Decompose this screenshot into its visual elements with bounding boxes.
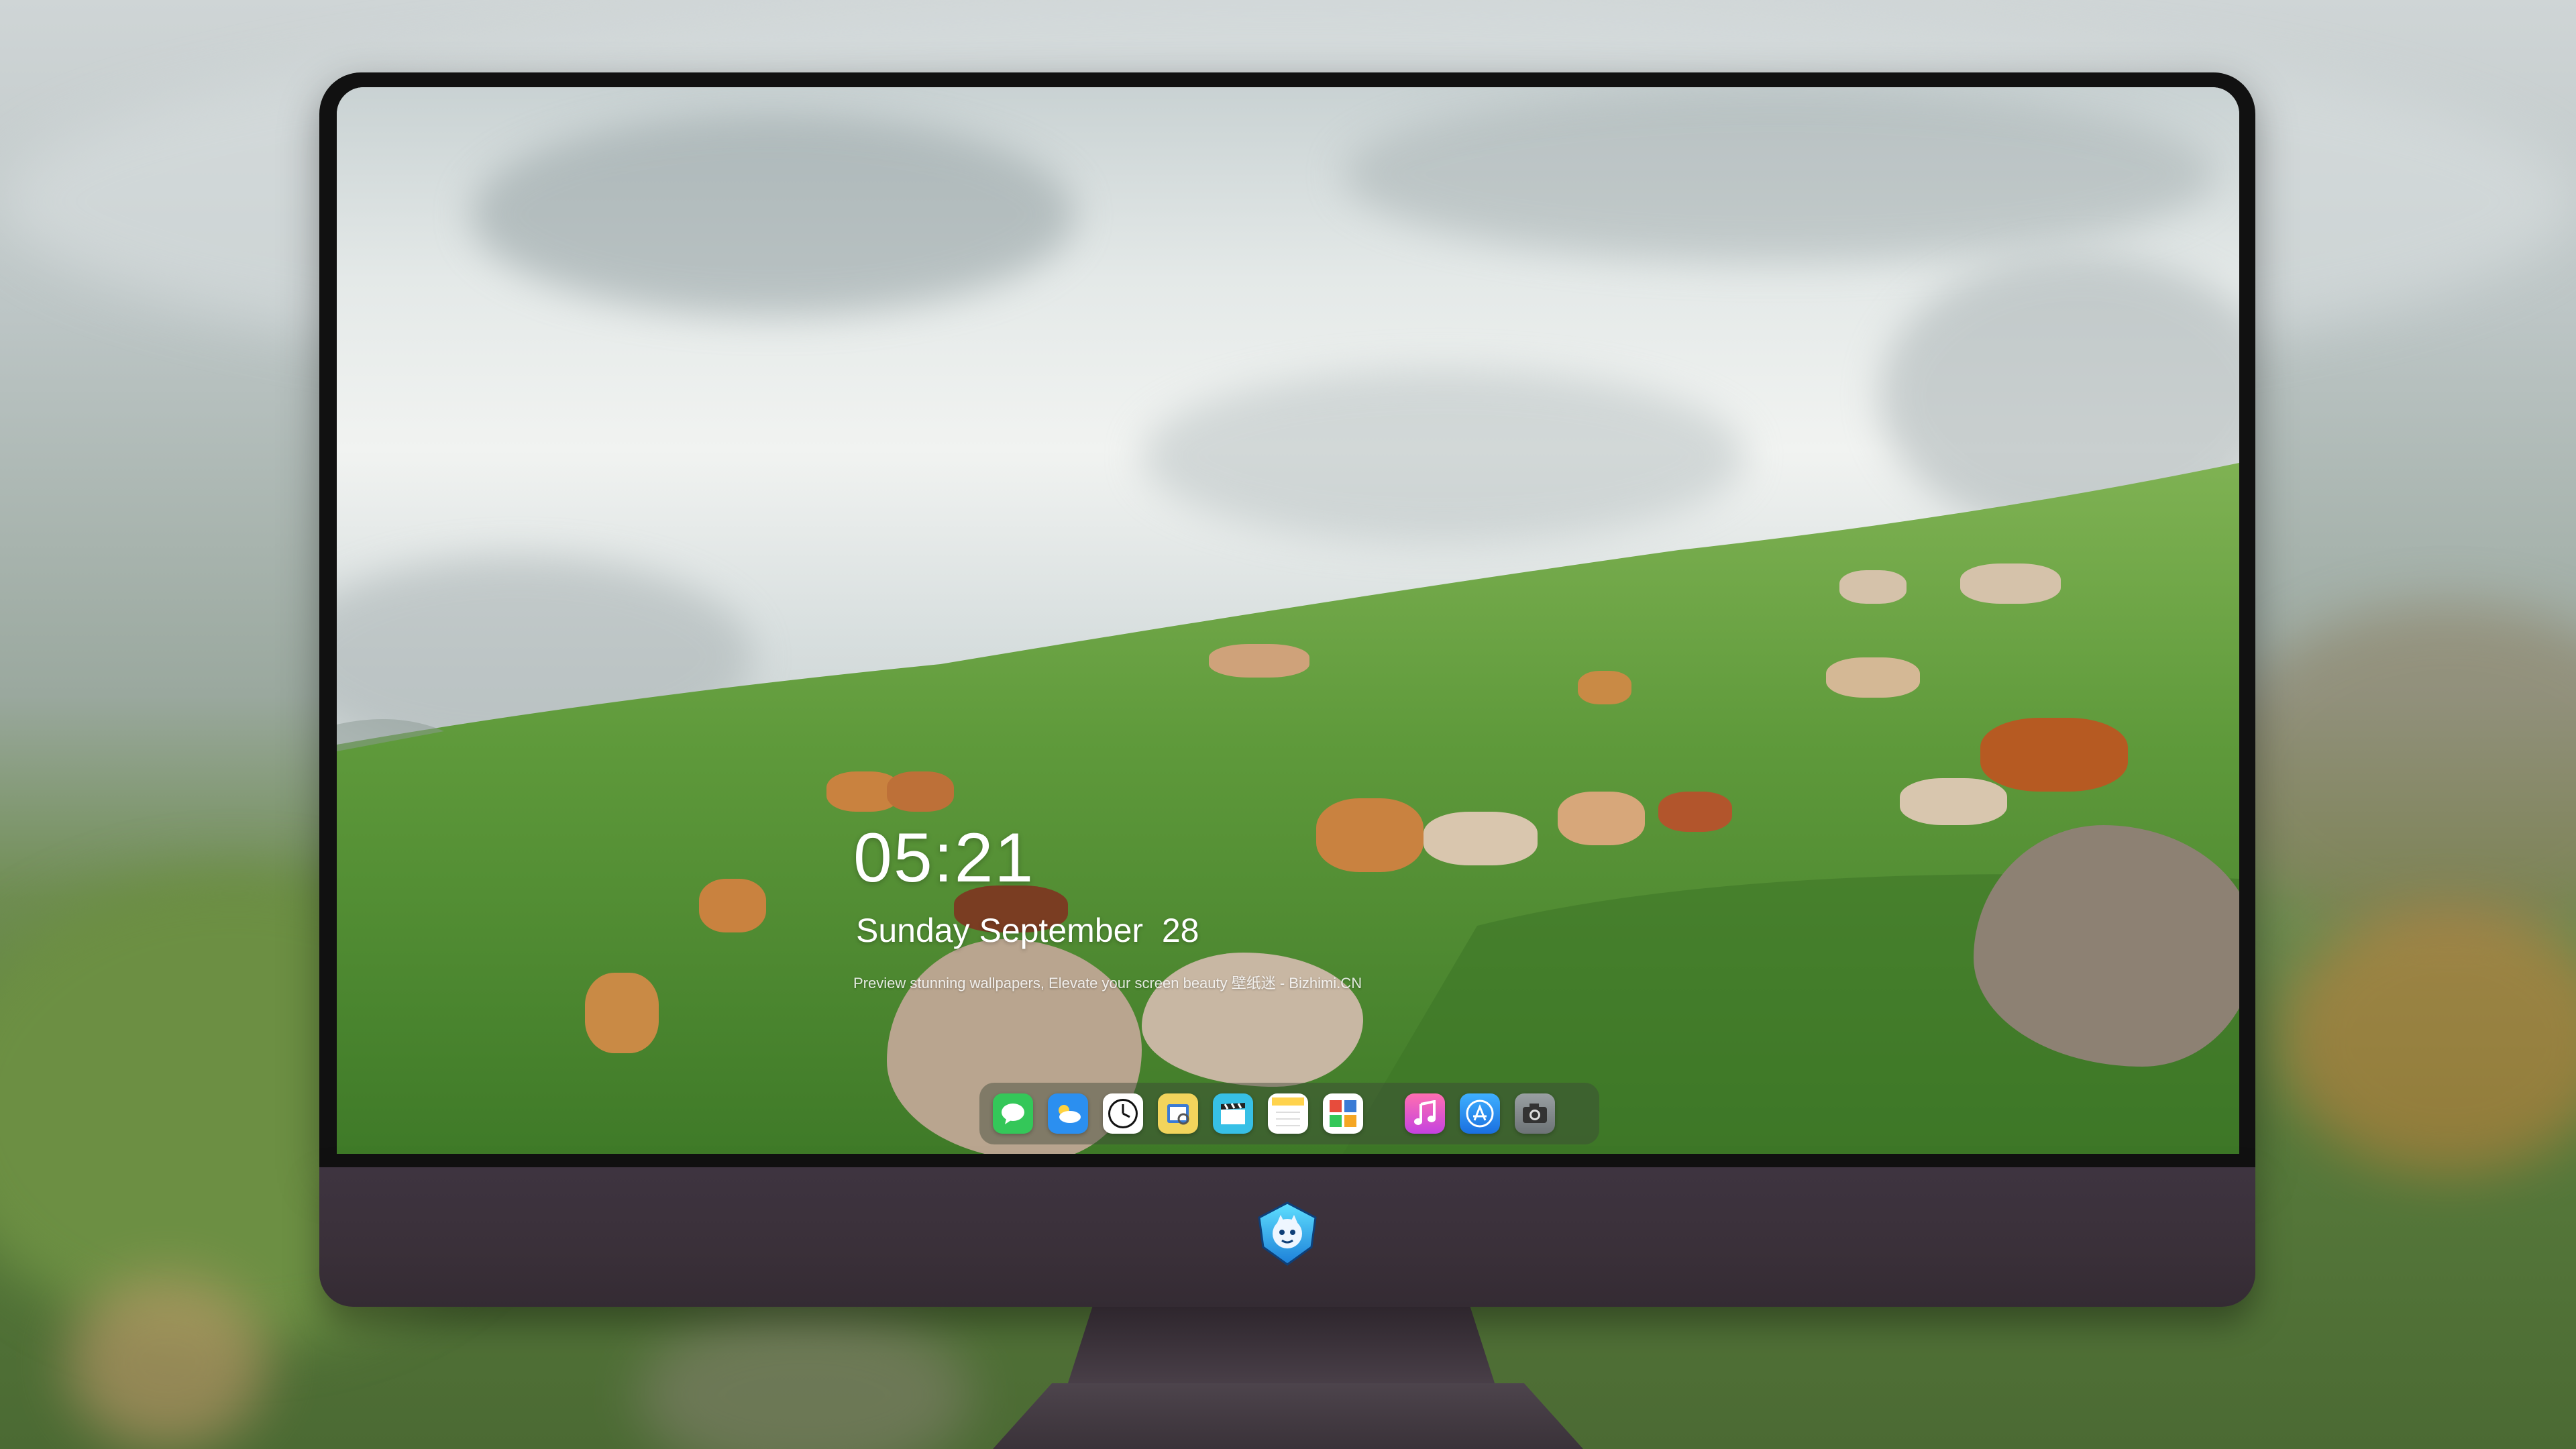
preview-icon[interactable] bbox=[1158, 1093, 1198, 1134]
lockscreen-time: 05:21 bbox=[853, 819, 1035, 897]
cow bbox=[1980, 718, 2128, 792]
monitor-stand-neck bbox=[1067, 1307, 1496, 1387]
cow bbox=[1578, 671, 1631, 704]
photo-booth-icon[interactable] bbox=[1323, 1093, 1363, 1134]
cow bbox=[699, 879, 766, 932]
messages-icon[interactable] bbox=[993, 1093, 1033, 1134]
cow bbox=[1424, 812, 1538, 865]
dock bbox=[979, 1083, 1599, 1144]
lockscreen-tagline: Preview stunning wallpapers, Elevate you… bbox=[853, 975, 1362, 991]
shield-mascot-logo bbox=[1253, 1199, 1322, 1268]
cow bbox=[585, 973, 659, 1053]
monitor-screen: 05:21 Sunday September 28 Preview stunni… bbox=[337, 87, 2239, 1154]
camera-icon[interactable] bbox=[1515, 1093, 1555, 1134]
cow bbox=[1658, 792, 1732, 832]
weather-icon[interactable] bbox=[1048, 1093, 1088, 1134]
cow bbox=[1316, 798, 1424, 872]
cow bbox=[887, 771, 954, 812]
clapperboard-icon[interactable] bbox=[1213, 1093, 1253, 1134]
music-icon[interactable] bbox=[1405, 1093, 1445, 1134]
lockscreen-date: Sunday September 28 bbox=[856, 912, 1199, 949]
app-store-icon[interactable] bbox=[1460, 1093, 1500, 1134]
cow bbox=[1826, 657, 1920, 698]
clock-icon[interactable] bbox=[1103, 1093, 1143, 1134]
cow bbox=[1558, 792, 1645, 845]
cow bbox=[1209, 644, 1309, 678]
monitor-stand-base bbox=[993, 1383, 1583, 1449]
notes-icon[interactable] bbox=[1268, 1093, 1308, 1134]
cow bbox=[1960, 564, 2061, 604]
cow bbox=[1839, 570, 1907, 604]
cow bbox=[1900, 778, 2007, 825]
